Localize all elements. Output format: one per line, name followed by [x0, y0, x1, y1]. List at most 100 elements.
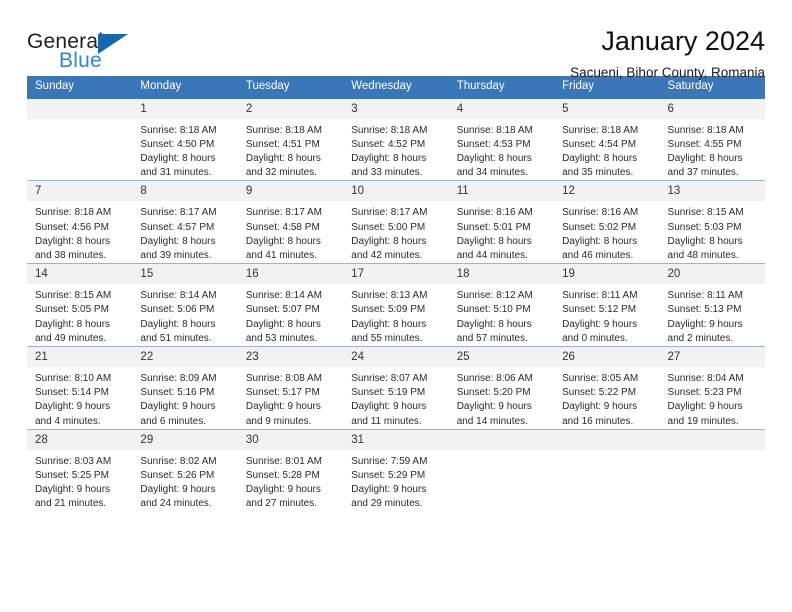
- calendar-day-cell[interactable]: 27 Sunrise: 8:04 AM Sunset: 5:23 PM Dayligh…: [659, 345, 765, 430]
- day-number: 8: [132, 181, 238, 202]
- daylight-text-line1: Daylight: 8 hours: [351, 318, 427, 330]
- sunrise-text: Sunrise: 8:17 AM: [351, 207, 428, 219]
- calendar-day-cell[interactable]: 4 Sunrise: 8:18 AM Sunset: 4:53 PM Daylight…: [448, 98, 555, 181]
- day-number: 13: [659, 181, 765, 202]
- day-number: 15: [132, 264, 238, 285]
- daylight-text-line2: and 33 minutes.: [351, 167, 423, 179]
- day-sun-info: Sunrise: 8:18 AM Sunset: 4:53 PM Daylight:…: [449, 119, 554, 181]
- daylight-text-line1: Daylight: 8 hours: [245, 152, 321, 164]
- day-sun-info: Sunrise: 8:17 AM Sunset: 4:58 PM Daylight:…: [238, 201, 343, 263]
- daylight-text-line1: Daylight: 8 hours: [562, 235, 638, 247]
- calendar-day-cell[interactable]: 31 Sunrise: 7:59 AM Sunset: 5:29 PM Dayligh…: [343, 428, 449, 512]
- daylight-text-line2: and 34 minutes.: [456, 167, 528, 179]
- sunset-text: Sunset: 4:57 PM: [140, 221, 215, 233]
- calendar-day-cell[interactable]: 12 Sunrise: 8:16 AM Sunset: 5:02 PM Dayligh…: [554, 180, 660, 264]
- daylight-text-line1: Daylight: 8 hours: [35, 235, 111, 247]
- daylight-text-line1: Daylight: 9 hours: [456, 401, 532, 413]
- day-sun-info: Sunrise: 8:16 AM Sunset: 5:02 PM Daylight:…: [554, 201, 659, 263]
- sunrise-text: Sunrise: 8:15 AM: [35, 290, 112, 302]
- calendar-day-cell[interactable]: 6 Sunrise: 8:18 AM Sunset: 4:55 PM Daylight…: [659, 98, 765, 181]
- calendar-day-cell[interactable]: 25 Sunrise: 8:06 AM Sunset: 5:20 PM Dayligh…: [448, 345, 555, 430]
- sunset-text: Sunset: 4:56 PM: [35, 221, 109, 233]
- daylight-text-line1: Daylight: 9 hours: [35, 401, 111, 413]
- calendar-day-cell[interactable]: 19 Sunrise: 8:11 AM Sunset: 5:12 PM Dayligh…: [554, 263, 660, 347]
- day-number: 25: [448, 346, 555, 367]
- day-number: [27, 98, 133, 119]
- calendar-day-cell[interactable]: 24 Sunrise: 8:07 AM Sunset: 5:19 PM Dayligh…: [343, 345, 449, 430]
- sunrise-text: Sunrise: 8:18 AM: [562, 124, 639, 136]
- daylight-text-line2: and 27 minutes.: [245, 498, 318, 510]
- daylight-text-line2: and 24 minutes.: [140, 498, 212, 510]
- daylight-text-line1: Daylight: 8 hours: [667, 235, 743, 247]
- calendar-day-cell[interactable]: 3 Sunrise: 8:18 AM Sunset: 4:52 PM Daylight…: [343, 98, 449, 181]
- calendar-day-cell[interactable]: 9 Sunrise: 8:17 AM Sunset: 4:58 PM Daylight…: [237, 180, 344, 264]
- daylight-text-line1: Daylight: 8 hours: [140, 152, 216, 164]
- day-number: 27: [659, 346, 765, 367]
- title-block: January 2024 Sacueni, Bihor County, Roma…: [570, 26, 765, 80]
- sunrise-text: Sunrise: 8:07 AM: [351, 373, 428, 384]
- day-sun-info: Sunrise: 8:04 AM Sunset: 5:23 PM Daylight:…: [660, 367, 765, 429]
- sunset-text: Sunset: 5:17 PM: [245, 387, 320, 399]
- sunset-text: Sunset: 5:00 PM: [351, 221, 426, 233]
- daylight-text-line2: and 11 minutes.: [351, 415, 422, 427]
- calendar-day-cell[interactable]: 5 Sunrise: 8:18 AM Sunset: 4:54 PM Daylight…: [554, 98, 660, 181]
- sunset-text: Sunset: 5:22 PM: [562, 387, 637, 399]
- calendar-day-cell[interactable]: 10 Sunrise: 8:17 AM Sunset: 5:00 PM Dayligh…: [343, 180, 449, 264]
- daylight-text-line2: and 0 minutes.: [562, 332, 628, 344]
- day-number: 28: [27, 429, 133, 450]
- daylight-text-line1: Daylight: 8 hours: [140, 318, 216, 330]
- daylight-text-line1: Daylight: 9 hours: [245, 401, 321, 413]
- daylight-text-line1: Daylight: 8 hours: [667, 152, 743, 164]
- daylight-text-line1: Daylight: 8 hours: [456, 152, 532, 164]
- calendar-day-cell-empty: [554, 428, 660, 512]
- calendar-page: General Blue January 2024 Sacueni, Bihor…: [0, 0, 792, 612]
- calendar-day-cell[interactable]: 30 Sunrise: 8:01 AM Sunset: 5:28 PM Dayligh…: [237, 428, 344, 512]
- daylight-text-line1: Daylight: 8 hours: [456, 235, 532, 247]
- daylight-text-line1: Daylight: 9 hours: [562, 318, 638, 330]
- calendar-day-cell[interactable]: 26 Sunrise: 8:05 AM Sunset: 5:22 PM Dayligh…: [554, 345, 660, 430]
- day-sun-info: Sunrise: 8:18 AM Sunset: 4:50 PM Daylight:…: [132, 119, 237, 181]
- calendar-day-cell[interactable]: 29 Sunrise: 8:02 AM Sunset: 5:26 PM Dayligh…: [132, 428, 238, 512]
- sunset-text: Sunset: 5:20 PM: [456, 387, 531, 399]
- calendar-day-cell[interactable]: 21 Sunrise: 8:10 AM Sunset: 5:14 PM Dayligh…: [27, 345, 133, 430]
- calendar-day-cell[interactable]: 28 Sunrise: 8:03 AM Sunset: 5:25 PM Dayligh…: [27, 428, 133, 512]
- calendar-day-cell[interactable]: 23 Sunrise: 8:08 AM Sunset: 5:17 PM Dayligh…: [237, 345, 344, 430]
- day-number: 16: [237, 264, 344, 285]
- sunrise-text: Sunrise: 8:14 AM: [245, 290, 322, 302]
- sunset-text: Sunset: 5:10 PM: [456, 304, 531, 316]
- calendar-week-row: 1 Sunrise: 8:18 AM Sunset: 4:50 PM Daylight…: [27, 98, 765, 181]
- sunrise-text: Sunrise: 8:02 AM: [140, 455, 217, 467]
- sunrise-text: Sunrise: 8:14 AM: [140, 290, 217, 302]
- calendar-day-cell[interactable]: 18 Sunrise: 8:12 AM Sunset: 5:10 PM Dayligh…: [448, 263, 555, 347]
- calendar-day-cell[interactable]: 2 Sunrise: 8:18 AM Sunset: 4:51 PM Daylight…: [237, 98, 344, 181]
- general-blue-logo[interactable]: General Blue: [27, 26, 147, 78]
- page-subtitle: Sacueni, Bihor County, Romania: [570, 65, 765, 81]
- day-sun-info: Sunrise: 8:06 AM Sunset: 5:20 PM Daylight:…: [449, 367, 554, 429]
- calendar-day-cell[interactable]: 16 Sunrise: 8:14 AM Sunset: 5:07 PM Dayligh…: [237, 263, 344, 347]
- sunrise-text: Sunrise: 8:12 AM: [456, 290, 533, 302]
- sunrise-text: Sunrise: 8:11 AM: [562, 290, 638, 302]
- sunset-text: Sunset: 5:13 PM: [667, 304, 742, 316]
- sunset-text: Sunset: 5:07 PM: [245, 304, 320, 316]
- calendar-day-cell[interactable]: 1 Sunrise: 8:18 AM Sunset: 4:50 PM Daylight…: [132, 98, 238, 181]
- day-number: 10: [343, 181, 449, 202]
- calendar-day-cell[interactable]: 11 Sunrise: 8:16 AM Sunset: 5:01 PM Dayligh…: [448, 180, 555, 264]
- calendar-day-cell[interactable]: 13 Sunrise: 8:15 AM Sunset: 5:03 PM Dayligh…: [659, 180, 765, 264]
- day-number: 30: [237, 429, 344, 450]
- calendar-day-cell[interactable]: 20 Sunrise: 8:11 AM Sunset: 5:13 PM Dayligh…: [659, 263, 765, 347]
- day-number: 22: [132, 346, 238, 367]
- day-sun-info: Sunrise: 8:01 AM Sunset: 5:28 PM Daylight:…: [238, 450, 343, 512]
- daylight-text-line2: and 4 minutes.: [35, 415, 101, 427]
- daylight-text-line1: Daylight: 8 hours: [140, 235, 216, 247]
- sunrise-text: Sunrise: 8:08 AM: [245, 373, 322, 384]
- calendar-day-cell[interactable]: 15 Sunrise: 8:14 AM Sunset: 5:06 PM Dayligh…: [132, 263, 238, 347]
- daylight-text-line2: and 49 minutes.: [35, 332, 107, 344]
- calendar-day-cell[interactable]: 22 Sunrise: 8:09 AM Sunset: 5:16 PM Dayligh…: [132, 345, 238, 430]
- calendar-day-cell[interactable]: 8 Sunrise: 8:17 AM Sunset: 4:57 PM Daylight…: [132, 180, 238, 264]
- calendar-day-cell[interactable]: 14 Sunrise: 8:15 AM Sunset: 5:05 PM Dayligh…: [27, 263, 133, 347]
- day-sun-info: Sunrise: 8:05 AM Sunset: 5:22 PM Daylight:…: [554, 367, 659, 429]
- calendar-day-cell[interactable]: 17 Sunrise: 8:13 AM Sunset: 5:09 PM Dayligh…: [343, 263, 449, 347]
- calendar-day-cell[interactable]: 7 Sunrise: 8:18 AM Sunset: 4:56 PM Daylight…: [27, 180, 133, 264]
- daylight-text-line2: and 6 minutes.: [140, 415, 207, 427]
- sunrise-text: Sunrise: 8:09 AM: [140, 373, 217, 384]
